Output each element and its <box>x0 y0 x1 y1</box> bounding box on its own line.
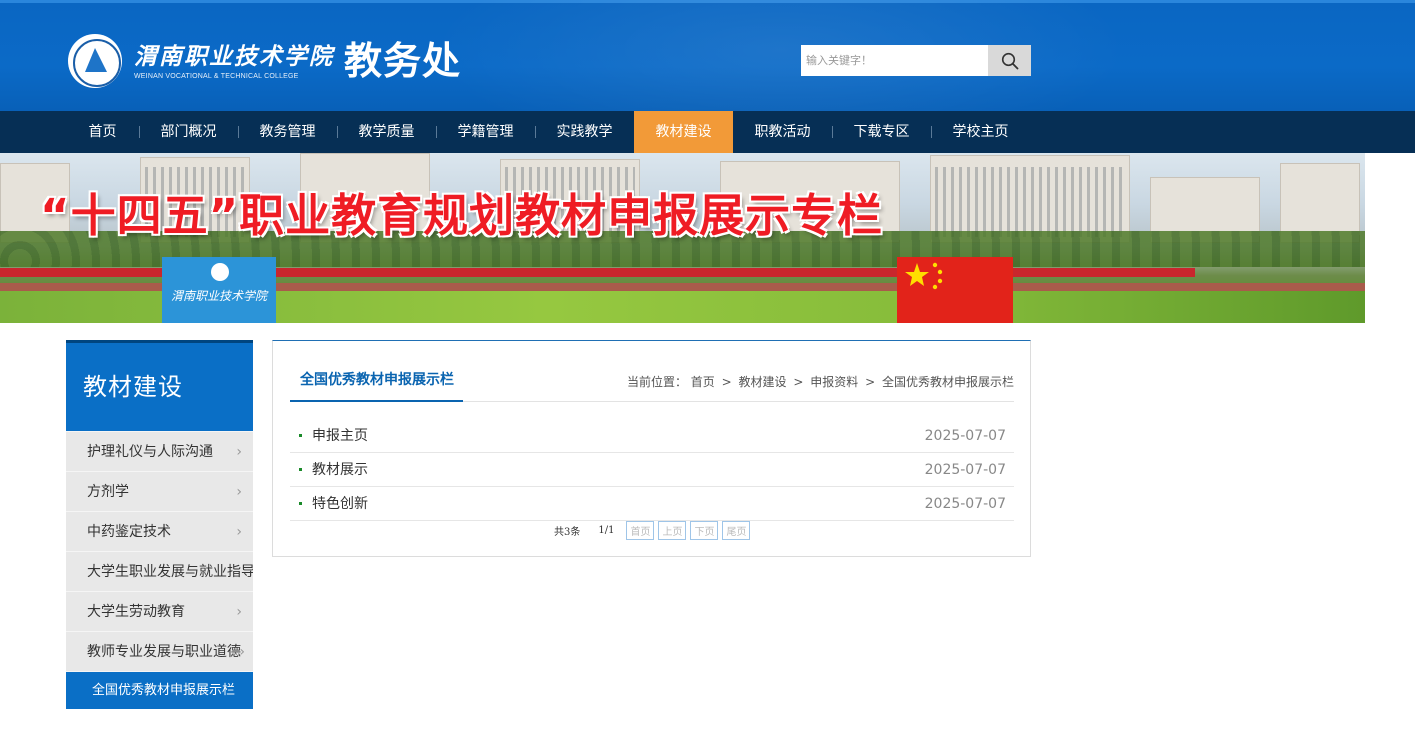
dept-title: 教务处 <box>344 38 462 83</box>
breadcrumb-textbook-construction[interactable]: 教材建设 <box>739 375 787 389</box>
nav-item-academic-affairs[interactable]: 教务管理 <box>238 111 337 153</box>
list-item[interactable]: 申报主页 2025-07-07 <box>290 419 1014 453</box>
main-nav: 首页 部门概况 教务管理 教学质量 学籍管理 实践教学 教材建设 职教活动 下载… <box>0 111 1415 153</box>
sidebar-item-career-guidance[interactable]: 大学生职业发展与就业指导 <box>66 551 253 591</box>
content-title-row: 全国优秀教材申报展示栏 当前位置： 首页 > 教材建设 > 申报资料 > 全国优… <box>290 341 1014 402</box>
list-item-title[interactable]: 教材展示 <box>312 462 368 478</box>
breadcrumb-current[interactable]: 全国优秀教材申报展示栏 <box>882 375 1014 389</box>
content-panel: 全国优秀教材申报展示栏 当前位置： 首页 > 教材建设 > 申报资料 > 全国优… <box>272 340 1031 557</box>
chevron-right-icon: › <box>236 444 242 460</box>
sidebar-item-label: 大学生劳动教育 <box>87 604 185 620</box>
sidebar-item-prescriptions[interactable]: 方剂学 › <box>66 471 253 511</box>
banner-headline: “十四五”职业教育规划教材申报展示专栏 <box>40 189 884 242</box>
pagination: 共3条 1/1 首页 上页 下页 尾页 <box>554 521 754 540</box>
sidebar-list: 护理礼仪与人际沟通 › 方剂学 › 中药鉴定技术 › 大学生职业发展与就业指导 … <box>66 431 253 709</box>
college-name-cn: 渭南职业技术学院 <box>134 43 334 70</box>
nav-item-teaching-quality[interactable]: 教学质量 <box>337 111 436 153</box>
flag-stars <box>905 262 943 290</box>
chevron-right-icon: › <box>236 484 242 500</box>
nav-list: 首页 部门概况 教务管理 教学质量 学籍管理 实践教学 教材建设 职教活动 下载… <box>66 111 1030 153</box>
board-seal-icon <box>211 263 229 281</box>
college-name: 渭南职业技术学院 WEINAN VOCATIONAL & TECHNICAL C… <box>134 42 334 80</box>
sidebar-item-label: 教师专业发展与职业道德 <box>87 644 241 660</box>
sidebar-item-label: 方剂学 <box>87 484 129 500</box>
nav-item-vocational-activities[interactable]: 职教活动 <box>733 111 832 153</box>
chevron-right-icon: › <box>236 604 242 620</box>
search-button[interactable] <box>988 45 1031 76</box>
search-icon <box>1001 52 1018 69</box>
breadcrumb: 当前位置： 首页 > 教材建设 > 申报资料 > 全国优秀教材申报展示栏 <box>627 373 1014 390</box>
breadcrumb-separator: > <box>865 375 876 389</box>
breadcrumb-separator: > <box>793 375 804 389</box>
list-item-date: 2025-07-07 <box>924 496 1006 512</box>
chevron-right-icon: › <box>239 644 245 660</box>
board-text: 渭南职业技术学院 <box>170 289 267 303</box>
pagination-total: 共3条 <box>554 527 581 538</box>
pagination-first-button[interactable]: 首页 <box>626 521 655 540</box>
banner-windows <box>935 167 1125 237</box>
sidebar-title: 教材建设 <box>66 340 253 431</box>
nav-item-downloads[interactable]: 下载专区 <box>832 111 931 153</box>
sidebar-item-label: 护理礼仪与人际沟通 <box>87 444 213 460</box>
nav-item-student-records[interactable]: 学籍管理 <box>436 111 535 153</box>
list-item-date: 2025-07-07 <box>924 428 1006 444</box>
nav-item-school-home[interactable]: 学校主页 <box>931 111 1030 153</box>
site-header: 渭南职业技术学院 WEINAN VOCATIONAL & TECHNICAL C… <box>0 0 1415 111</box>
pagination-last-button[interactable]: 尾页 <box>722 521 751 540</box>
list-item[interactable]: 特色创新 2025-07-07 <box>290 487 1014 521</box>
search-input[interactable] <box>801 45 988 76</box>
chevron-right-icon: › <box>236 524 242 540</box>
sidebar-item-excellent-textbooks[interactable]: 全国优秀教材申报展示栏 <box>66 671 253 709</box>
breadcrumb-home[interactable]: 首页 <box>691 375 715 389</box>
sidebar-item-teacher-development[interactable]: 教师专业发展与职业道德 › <box>66 631 253 671</box>
site-logo[interactable]: 渭南职业技术学院 WEINAN VOCATIONAL & TECHNICAL C… <box>68 33 461 89</box>
sidebar-item-herb-identification[interactable]: 中药鉴定技术 › <box>66 511 253 551</box>
sidebar-item-label: 全国优秀教材申报展示栏 <box>92 683 236 698</box>
list-item-title[interactable]: 申报主页 <box>312 428 368 444</box>
sidebar-item-labor-education[interactable]: 大学生劳动教育 › <box>66 591 253 631</box>
sidebar: 教材建设 护理礼仪与人际沟通 › 方剂学 › 中药鉴定技术 › 大学生职业发展与… <box>66 340 253 709</box>
list-item-date: 2025-07-07 <box>924 462 1006 478</box>
college-name-en: WEINAN VOCATIONAL & TECHNICAL COLLEGE <box>134 73 299 80</box>
national-flag-icon <box>897 257 1013 323</box>
nav-item-home[interactable]: 首页 <box>66 111 139 153</box>
pagination-prev-button[interactable]: 上页 <box>658 521 687 540</box>
breadcrumb-application-materials[interactable]: 申报资料 <box>810 375 858 389</box>
article-list: 申报主页 2025-07-07 教材展示 2025-07-07 特色创新 202… <box>290 419 1014 521</box>
content-title: 全国优秀教材申报展示栏 <box>290 341 463 402</box>
list-item[interactable]: 教材展示 2025-07-07 <box>290 453 1014 487</box>
sidebar-item-label: 大学生职业发展与就业指导 <box>87 564 253 580</box>
breadcrumb-separator: > <box>721 375 732 389</box>
banner-college-board: 渭南职业技术学院 <box>162 257 276 323</box>
nav-item-dept-overview[interactable]: 部门概况 <box>139 111 238 153</box>
breadcrumb-prefix: 当前位置： <box>626 375 687 389</box>
pagination-page: 1/1 <box>598 525 615 536</box>
nav-item-practice-teaching[interactable]: 实践教学 <box>535 111 634 153</box>
search-box <box>801 45 1031 76</box>
hero-banner: 渭南职业技术学院 “十四五”职业教育规划教材申报展示专栏 <box>0 153 1365 323</box>
college-seal-icon <box>68 34 122 88</box>
sidebar-item-label: 中药鉴定技术 <box>87 524 171 540</box>
nav-item-textbook-construction[interactable]: 教材建设 <box>634 111 733 153</box>
list-item-title[interactable]: 特色创新 <box>312 496 368 512</box>
pagination-next-button[interactable]: 下页 <box>690 521 719 540</box>
sidebar-item-nursing-etiquette[interactable]: 护理礼仪与人际沟通 › <box>66 431 253 471</box>
